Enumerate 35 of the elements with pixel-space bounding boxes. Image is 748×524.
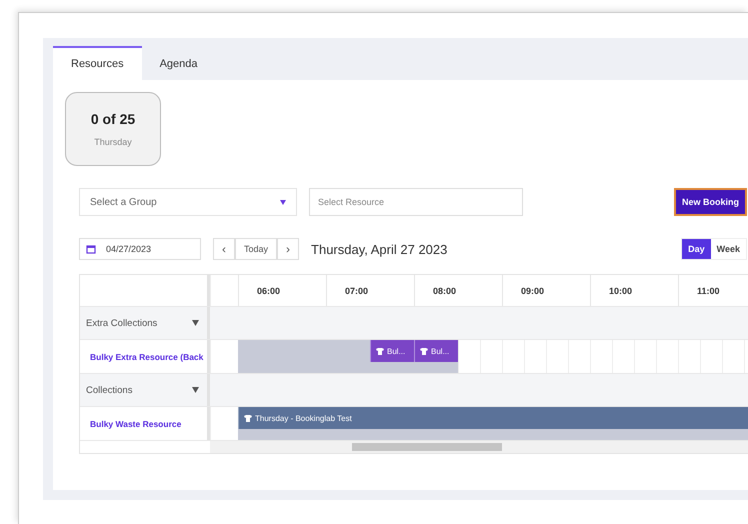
hour-header: 06:00 <box>238 275 326 306</box>
booking-event[interactable]: Bul... <box>370 340 414 362</box>
date-field[interactable]: 04/27/2023 <box>79 238 201 260</box>
day-label: Thursday <box>94 137 132 147</box>
caret-icon[interactable] <box>192 387 199 393</box>
shirt-icon <box>376 348 384 354</box>
hour-header: 09:00 <box>502 275 590 306</box>
booking-event[interactable]: Thursday - Bookinglab Test <box>238 407 748 429</box>
tab[interactable]: Resources <box>53 46 142 80</box>
booking-event[interactable]: Bul... <box>414 340 458 362</box>
resource-label[interactable]: Bulky Extra Resource (Back <box>90 352 204 362</box>
hour-header: 11:00 <box>678 275 748 306</box>
caret-icon[interactable] <box>280 200 286 204</box>
hour-header: 10:00 <box>590 275 678 306</box>
previous-button[interactable]: ‹ <box>213 238 235 260</box>
date-heading: Thursday, April 27 2023 <box>311 242 448 256</box>
group-label: Extra Collections <box>86 318 158 328</box>
next-button[interactable]: › <box>277 238 300 260</box>
new-booking-button[interactable]: New Booking <box>674 188 747 216</box>
group-label: Collections <box>86 384 132 396</box>
horizontal-scrollbar[interactable] <box>210 441 748 453</box>
today-button[interactable]: Today <box>235 238 278 260</box>
resource-field[interactable]: Select Resource <box>309 188 523 216</box>
shirt-icon <box>244 414 252 422</box>
caret-icon[interactable] <box>192 320 199 326</box>
shirt-icon <box>420 348 428 354</box>
group-select[interactable]: Select a Group <box>79 188 297 216</box>
booking-count: 0 of 25 <box>90 111 136 127</box>
hour-header: 07:00 <box>326 275 414 306</box>
resource-label[interactable]: Bulky Waste Resource <box>90 418 182 428</box>
tab[interactable]: Agenda <box>142 46 216 80</box>
view-tab[interactable]: Day <box>682 239 711 259</box>
hour-header: 08:00 <box>414 275 502 306</box>
scroll-thumb[interactable] <box>352 443 502 451</box>
calendar-icon <box>86 244 96 254</box>
